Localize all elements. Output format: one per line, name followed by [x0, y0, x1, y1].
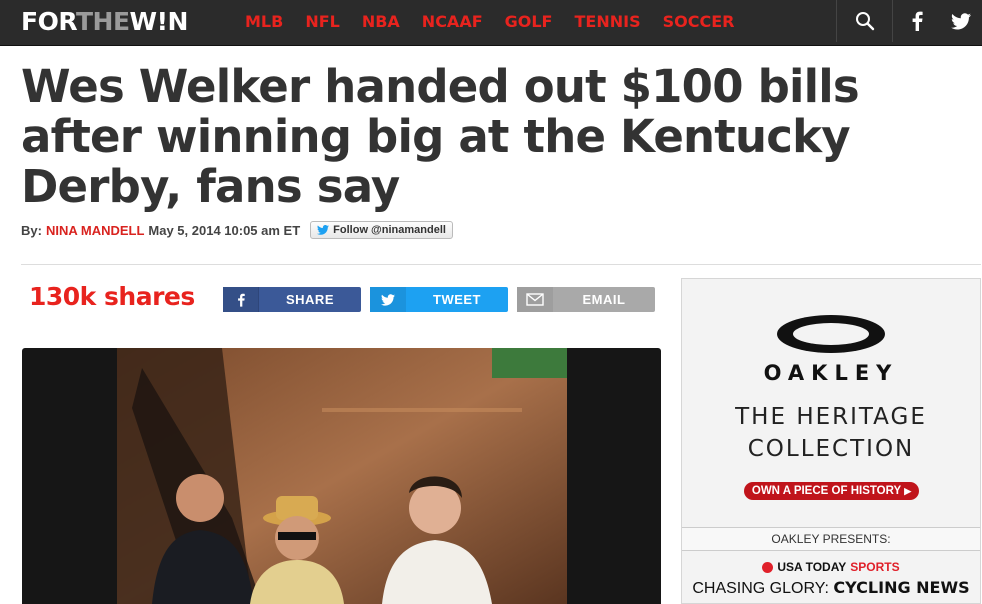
twitter-icon — [370, 287, 406, 312]
author-link[interactable]: NINA MANDELL — [46, 223, 144, 238]
ad-heading-line2: COLLECTION — [747, 436, 915, 462]
photo-scene — [117, 348, 567, 604]
facebook-button[interactable] — [892, 0, 940, 42]
ad-show-title: CHASING GLORY: CYCLING NEWS — [682, 578, 980, 598]
usa-today-dot-icon — [762, 561, 774, 573]
envelope-icon — [517, 287, 553, 312]
section-nav: MLB NFL NBA NCAAF GOLF TENNIS SOCCER — [245, 0, 756, 42]
nav-item-soccer[interactable]: SOCCER — [663, 12, 735, 31]
usat-prefix: USA TODAY — [777, 560, 847, 574]
ad-presents: OAKLEY PRESENTS: — [682, 527, 980, 551]
twitter-icon — [951, 12, 971, 29]
ad-heading-line1: THE HERITAGE — [735, 404, 927, 430]
twitter-bird-icon — [317, 225, 330, 235]
article-headline: Wes Welker handed out $100 bills after w… — [21, 60, 860, 213]
chasing-bold: CYCLING NEWS — [833, 578, 970, 597]
facebook-share-button[interactable]: SHARE — [223, 287, 361, 312]
ad-cta-button[interactable]: OWN A PIECE OF HISTORY ▶ — [744, 482, 919, 500]
nav-item-nfl[interactable]: NFL — [305, 12, 340, 31]
email-label: EMAIL — [582, 292, 626, 307]
tweet-button[interactable]: TWEET — [370, 287, 508, 312]
nav-item-ncaaf[interactable]: NCAAF — [422, 12, 483, 31]
divider — [21, 264, 981, 265]
publish-date: May 5, 2014 10:05 am ET — [148, 222, 301, 238]
logo-part-the: THE — [75, 7, 130, 36]
play-arrow-icon: ▶ — [904, 485, 912, 496]
nav-item-mlb[interactable]: MLB — [245, 12, 283, 31]
twitter-button[interactable] — [940, 0, 982, 42]
facebook-icon — [223, 287, 259, 312]
byline: By: NINA MANDELL May 5, 2014 10:05 am ET… — [21, 221, 453, 239]
search-button[interactable] — [836, 0, 892, 42]
ad-cta-label: OWN A PIECE OF HISTORY — [751, 485, 902, 497]
site-logo[interactable]: FORTHEW!N — [21, 5, 188, 39]
byline-label: By: — [21, 222, 42, 238]
chasing-prefix: CHASING GLORY: — [692, 580, 829, 597]
email-share-button[interactable]: EMAIL — [517, 287, 655, 312]
ad-heading: THE HERITAGE COLLECTION — [682, 401, 980, 465]
usa-today-sports-logo: USA TODAY SPORTS — [682, 560, 980, 574]
search-icon — [855, 12, 874, 31]
advertisement[interactable]: OAKLEY THE HERITAGE COLLECTION OWN A PIE… — [681, 278, 981, 604]
nav-item-nba[interactable]: NBA — [362, 12, 400, 31]
nav-tools — [836, 0, 982, 42]
share-label: SHARE — [285, 292, 334, 307]
nav-item-tennis[interactable]: TENNIS — [574, 12, 640, 31]
facebook-icon — [912, 11, 923, 31]
logo-part-for: FOR — [21, 7, 76, 36]
logo-part-win: W!N — [129, 7, 189, 36]
tweet-label: TWEET — [433, 292, 481, 307]
share-count: 130k shares — [29, 282, 195, 311]
oakley-logo-icon — [777, 315, 885, 353]
twitter-follow-button[interactable]: Follow @ninamandell — [310, 221, 453, 239]
ad-brand: OAKLEY — [763, 361, 899, 385]
nav-item-golf[interactable]: GOLF — [505, 12, 553, 31]
top-nav-bar: FORTHEW!N MLB NFL NBA NCAAF GOLF TENNIS … — [0, 0, 982, 46]
follow-label: Follow @ninamandell — [333, 224, 446, 236]
usat-sports: SPORTS — [850, 560, 900, 574]
article-photo — [22, 348, 661, 604]
